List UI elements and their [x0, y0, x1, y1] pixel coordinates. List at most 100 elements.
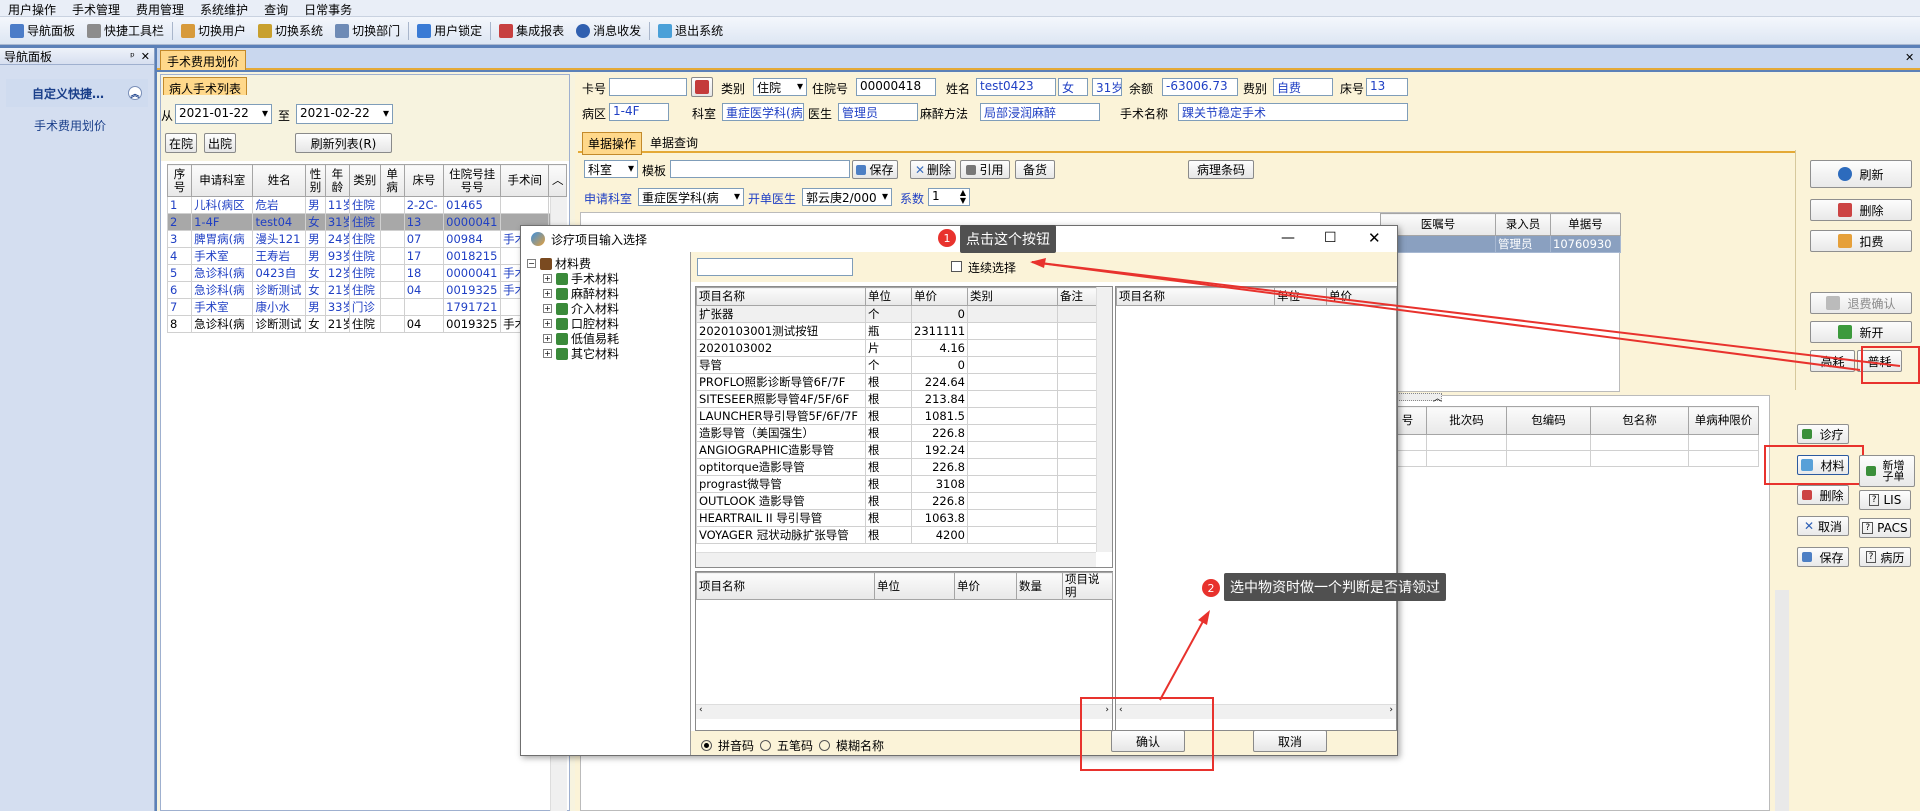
- save-bill-button[interactable]: 保存: [852, 160, 898, 179]
- continuous-select-checkbox[interactable]: [951, 261, 962, 272]
- table-cell[interactable]: 10760930: [1550, 235, 1621, 253]
- table-row[interactable]: 4手术室王寿岩男93岁住院 170018215: [166, 247, 567, 265]
- col-header[interactable]: 单位: [1274, 287, 1327, 306]
- col-header[interactable]: 性别: [305, 164, 326, 197]
- table-row[interactable]: 3脾胃病(病漫头121男24岁住院0700984手术: [166, 230, 567, 248]
- pathology-barcode-button[interactable]: 病理条码: [1188, 160, 1254, 179]
- new-bill-button[interactable]: 新开: [1810, 321, 1912, 343]
- coef-stepper[interactable]: 1 ▲ ▼: [928, 188, 970, 206]
- radio-pinyin[interactable]: [701, 740, 712, 751]
- col-header[interactable]: 姓名: [252, 164, 307, 197]
- tab-bill-ops[interactable]: 单据操作: [582, 132, 643, 155]
- table-row[interactable]: 5急诊科(病0423自女12岁住院180000041手术: [166, 264, 567, 282]
- col-header[interactable]: 单据号: [1550, 213, 1621, 236]
- item-grid-scrollbar[interactable]: [1096, 287, 1112, 552]
- tab-bill-query[interactable]: 单据查询: [645, 132, 703, 153]
- table-row[interactable]: optitorque造影导管根 226.8: [696, 458, 1097, 476]
- col-header[interactable]: 年龄: [324, 164, 350, 197]
- nav-group-custom[interactable]: 自定义快捷… ︽: [6, 79, 148, 107]
- minimize-icon[interactable]: —: [1281, 230, 1295, 246]
- table-row[interactable]: 导管个 0: [696, 356, 1097, 374]
- type-select[interactable]: 住院 ▾: [753, 78, 807, 96]
- col-header[interactable]: 单病: [379, 164, 405, 197]
- lis-button[interactable]: ? LIS: [1859, 490, 1911, 510]
- table-row[interactable]: OUTLOOK 造影导管根 226.8: [696, 492, 1097, 510]
- table-row[interactable]: prograst微导管根 3108: [696, 475, 1097, 493]
- nav-item-surgery-pricing[interactable]: 手术费用划价: [34, 117, 154, 134]
- cancel-item-button[interactable]: ✕ 取消: [1797, 516, 1849, 536]
- inpatient-button[interactable]: 在院: [165, 133, 197, 153]
- expand-icon[interactable]: +: [543, 334, 552, 343]
- high-consume-button[interactable]: 高耗: [1810, 350, 1855, 372]
- name-field[interactable]: test0423: [976, 78, 1056, 96]
- col-header[interactable]: 序号: [166, 164, 193, 197]
- from-date-field[interactable]: 2021-01-22 ▾: [175, 104, 272, 124]
- delete-button[interactable]: 删除: [1810, 199, 1912, 221]
- chevron-left-icon[interactable]: ‹: [699, 705, 703, 719]
- expand-icon[interactable]: +: [543, 304, 552, 313]
- table-cell[interactable]: 管理员: [1495, 235, 1551, 253]
- table-row[interactable]: 6急诊科(病诊断测试女21岁住院040019325手术: [166, 281, 567, 299]
- close-icon[interactable]: ✕: [141, 50, 150, 63]
- discharged-button[interactable]: 出院: [204, 133, 236, 153]
- table-row[interactable]: HEARTRAIL II 导引导管根 1063.8: [696, 509, 1097, 527]
- tree-root[interactable]: − 材料费: [527, 256, 690, 271]
- tree-item[interactable]: + 手术材料: [543, 271, 690, 286]
- col-header[interactable]: 住院号挂号号: [443, 164, 502, 197]
- tree-item[interactable]: + 低值易耗: [543, 331, 690, 346]
- table-row[interactable]: 2020103002 片 4.16: [696, 339, 1097, 357]
- refresh-list-button[interactable]: 刷新列表(R): [295, 133, 392, 153]
- col-header[interactable]: 类别: [348, 164, 381, 197]
- col-header[interactable]: 录入员: [1495, 213, 1551, 236]
- expand-icon[interactable]: +: [543, 274, 552, 283]
- table-row[interactable]: LAUNCHER导引导管5F/6F/7F 根 1081.5: [696, 407, 1097, 425]
- table-row[interactable]: ANGIOGRAPHIC造影导管根 192.24: [696, 441, 1097, 459]
- exit-button[interactable]: 退出系统: [652, 20, 729, 42]
- maximize-icon[interactable]: ☐: [1324, 230, 1337, 246]
- backup-button[interactable]: 备货: [1015, 160, 1055, 179]
- table-row[interactable]: 8急诊科(病诊断测试女21岁住院040019325手术: [166, 315, 567, 333]
- col-header[interactable]: 单位: [865, 287, 912, 306]
- col-header[interactable]: 项目名称: [1116, 287, 1275, 306]
- search-input[interactable]: [697, 258, 853, 276]
- expand-icon[interactable]: +: [543, 349, 552, 358]
- apply-dept-select[interactable]: 重症医学科(病 ▾: [638, 188, 744, 206]
- table-row[interactable]: 1儿科(病区危岩男11岁住院 2-2C-01465: [166, 196, 567, 214]
- switch-user-button[interactable]: 切换用户: [175, 20, 252, 42]
- user-lock-button[interactable]: 用户锁定: [411, 20, 488, 42]
- table-row[interactable]: 扩张器个 0: [696, 305, 1097, 323]
- col-header[interactable]: 单价: [954, 572, 1017, 600]
- switch-dept-button[interactable]: 切换部门: [329, 20, 406, 42]
- inpatient-no-field[interactable]: 00000418: [856, 78, 936, 96]
- table-row[interactable]: 2020103001测试按钮瓶 2311111: [696, 322, 1097, 340]
- diag-button[interactable]: 诊疗: [1797, 424, 1849, 444]
- open-doctor-select[interactable]: 郭云庚2/000 ▾: [802, 188, 892, 206]
- expand-icon[interactable]: +: [543, 319, 552, 328]
- delete-item-button[interactable]: 删除: [1797, 485, 1849, 505]
- expand-icon[interactable]: +: [543, 289, 552, 298]
- close-icon[interactable]: ✕: [1368, 229, 1381, 247]
- tree-item[interactable]: + 其它材料: [543, 346, 690, 361]
- message-button[interactable]: 消息收发: [570, 20, 647, 42]
- tree-item[interactable]: + 口腔材料: [543, 316, 690, 331]
- history-button[interactable]: ? 病历: [1859, 547, 1911, 567]
- report-button[interactable]: 集成报表: [493, 20, 570, 42]
- to-date-field[interactable]: 2021-02-22 ▾: [296, 104, 393, 124]
- tab-surgery-pricing[interactable]: 手术费用划价: [160, 50, 247, 70]
- scroll-up-icon[interactable]: ︿: [548, 164, 567, 197]
- collapse-icon[interactable]: ︽: [128, 86, 142, 100]
- quick-toolbar-button[interactable]: 快捷工具栏: [81, 20, 170, 42]
- col-header[interactable]: 单位: [874, 572, 955, 600]
- radio-wubi[interactable]: [760, 740, 772, 751]
- tab-close-icon[interactable]: ✕: [1905, 51, 1914, 64]
- return-confirm-button[interactable]: 退费确认: [1810, 292, 1912, 314]
- delete-bill-button[interactable]: ✕ 删除: [910, 160, 956, 179]
- table-row[interactable]: 7手术室康小水男33岁门诊 1791721: [166, 298, 567, 316]
- col-header[interactable]: 手术间: [500, 164, 550, 197]
- collapse-icon[interactable]: −: [527, 259, 536, 268]
- selected-grid-hscrollbar[interactable]: ‹ ›: [696, 704, 1112, 719]
- col-header[interactable]: 数量: [1016, 572, 1063, 600]
- card-reader-button[interactable]: [691, 77, 713, 97]
- switch-system-button[interactable]: 切换系统: [252, 20, 329, 42]
- col-header[interactable]: 项目说明: [1062, 572, 1113, 600]
